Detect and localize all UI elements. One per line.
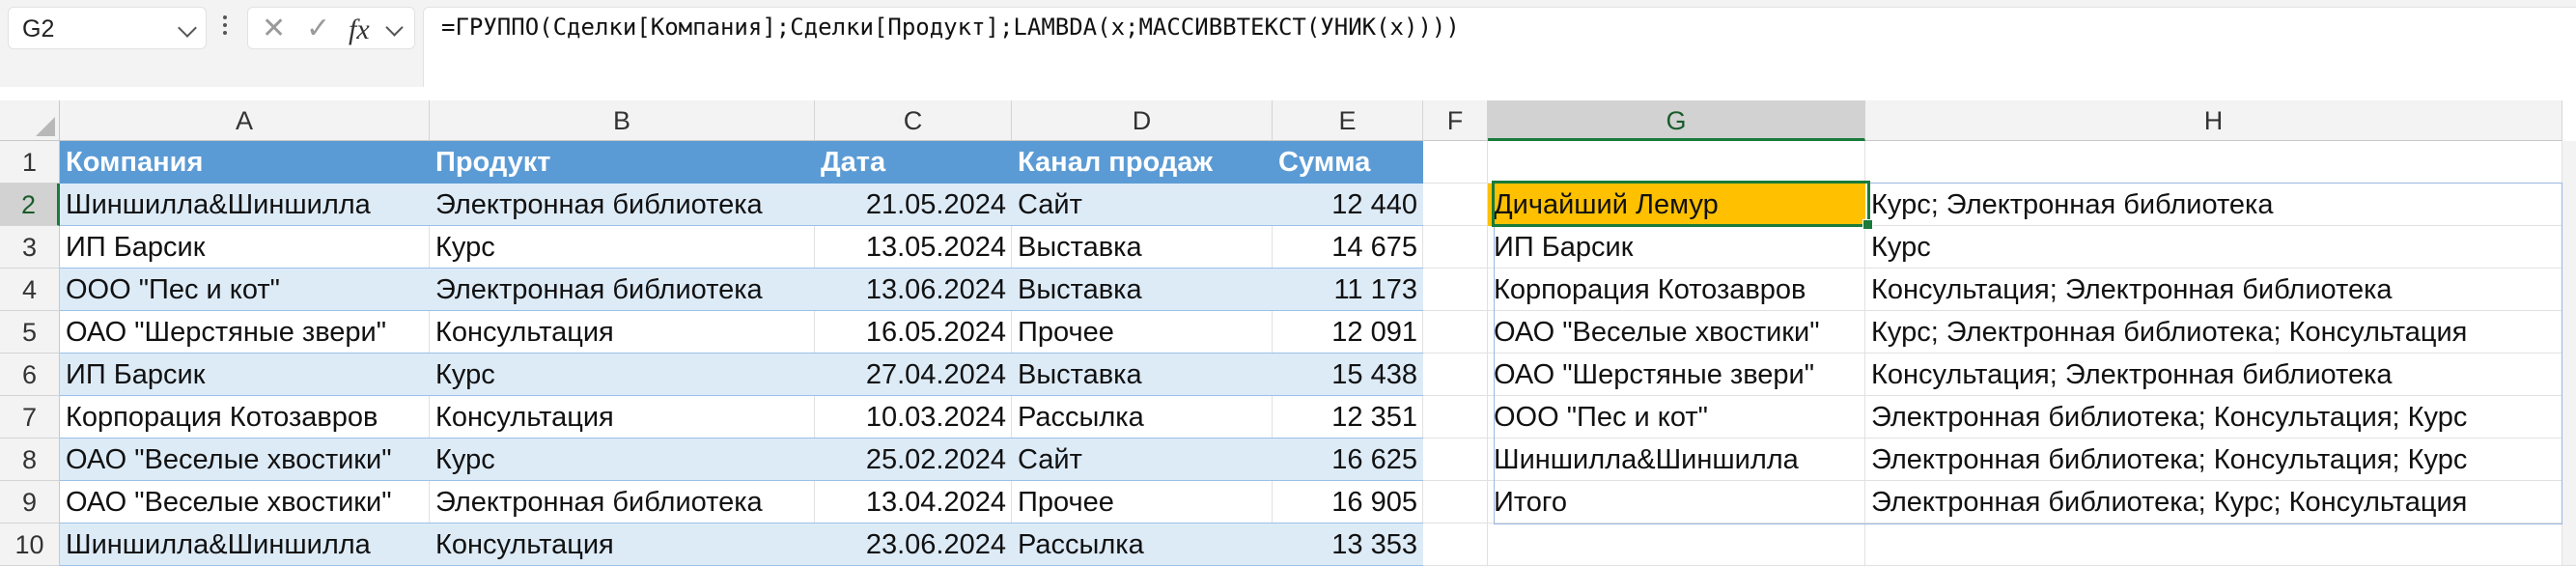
result-company-cell[interactable]: ООО "Пес и кот" [1488, 396, 1865, 439]
table-cell[interactable]: Рассылка [1012, 524, 1273, 566]
table-cell[interactable]: 13.06.2024 [815, 269, 1012, 311]
column-header-d[interactable]: D [1012, 100, 1273, 141]
table-cell[interactable]: Сайт [1012, 184, 1273, 226]
vertical-scrollbar[interactable] [2562, 141, 2576, 565]
result-products-cell[interactable]: Электронная библиотека; Курс; Консультац… [1865, 481, 2562, 524]
table-cell[interactable]: Консультация [430, 396, 815, 439]
result-company-cell[interactable]: Шиншилла&Шиншилла [1488, 439, 1865, 481]
result-company-cell[interactable]: ОАО "Шерстяные звери" [1488, 354, 1865, 396]
table-cell[interactable]: 13.05.2024 [815, 226, 1012, 269]
formula-bar-area: G2 ✕ ✓ fx =ГРУППО(Сделки[Компания];Сделк… [0, 0, 2576, 87]
formula-input[interactable]: =ГРУППО(Сделки[Компания];Сделки[Продукт]… [423, 7, 2576, 87]
active-cell-outline [1492, 181, 1873, 230]
result-company-cell[interactable]: ИП Барсик [1488, 226, 1865, 269]
result-company-cell[interactable]: ОАО "Веселые хвостики" [1488, 311, 1865, 354]
table-cell[interactable]: Курс [430, 226, 815, 269]
table-cell[interactable]: Выставка [1012, 354, 1273, 396]
table-cell[interactable]: ИП Барсик [60, 354, 430, 396]
table-header-cell[interactable]: Продукт [430, 141, 815, 184]
result-company-cell[interactable]: Итого [1488, 481, 1865, 524]
column-header-e[interactable]: E [1273, 100, 1423, 141]
row-header-9[interactable]: 9 [0, 481, 60, 524]
table-cell[interactable]: ОАО "Шерстяные звери" [60, 311, 430, 354]
table-cell[interactable]: 16 905 [1273, 481, 1423, 524]
column-header-h[interactable]: H [1865, 100, 2562, 141]
row-header-6[interactable]: 6 [0, 354, 60, 396]
result-products-cell[interactable]: Консультация; Электронная библиотека [1865, 269, 2562, 311]
table-cell[interactable]: 16 625 [1273, 439, 1423, 481]
table-cell[interactable]: 25.02.2024 [815, 439, 1012, 481]
table-header-cell[interactable]: Сумма [1273, 141, 1423, 184]
formula-text: =ГРУППО(Сделки[Компания];Сделки[Продукт]… [441, 14, 1460, 41]
table-header-cell[interactable]: Канал продаж [1012, 141, 1273, 184]
row-header-8[interactable]: 8 [0, 439, 60, 481]
chevron-down-icon[interactable] [178, 18, 197, 38]
fill-handle[interactable] [1862, 219, 1873, 230]
table-cell[interactable]: 13.04.2024 [815, 481, 1012, 524]
table-cell[interactable]: 16.05.2024 [815, 311, 1012, 354]
table-cell[interactable]: Рассылка [1012, 396, 1273, 439]
result-products-cell[interactable]: Электронная библиотека; Консультация; Ку… [1865, 439, 2562, 481]
column-header-b[interactable]: B [430, 100, 815, 141]
table-cell[interactable]: Электронная библиотека [430, 269, 815, 311]
table-cell[interactable]: 14 675 [1273, 226, 1423, 269]
table-cell[interactable]: ОАО "Веселые хвостики" [60, 439, 430, 481]
table-cell[interactable]: ОАО "Веселые хвостики" [60, 481, 430, 524]
result-products-cell[interactable]: Консультация; Электронная библиотека [1865, 354, 2562, 396]
result-products-cell[interactable]: Электронная библиотека; Консультация; Ку… [1865, 396, 2562, 439]
table-cell[interactable]: 12 351 [1273, 396, 1423, 439]
select-all-button[interactable] [0, 100, 60, 141]
table-cell[interactable]: 23.06.2024 [815, 524, 1012, 566]
result-products-cell[interactable]: Курс; Электронная библиотека; Консультац… [1865, 311, 2562, 354]
table-cell[interactable]: Сайт [1012, 439, 1273, 481]
checkmark-icon[interactable]: ✓ [306, 14, 330, 43]
table-cell[interactable]: ИП Барсик [60, 226, 430, 269]
table-cell[interactable]: Шиншилла&Шиншилла [60, 524, 430, 566]
table-cell[interactable]: Электронная библиотека [430, 481, 815, 524]
table-cell[interactable]: 15 438 [1273, 354, 1423, 396]
table-cell[interactable]: Прочее [1012, 481, 1273, 524]
column-header-f[interactable]: F [1423, 100, 1488, 141]
result-products-cell[interactable]: Курс [1865, 226, 2562, 269]
table-cell[interactable]: Курс [430, 439, 815, 481]
column-header-g[interactable]: G [1488, 100, 1865, 141]
table-cell[interactable]: 12 440 [1273, 184, 1423, 226]
insert-function-icon[interactable]: fx [349, 14, 370, 46]
table-cell[interactable]: Выставка [1012, 269, 1273, 311]
close-icon[interactable]: ✕ [262, 14, 286, 43]
table-cell[interactable]: Электронная библиотека [430, 184, 815, 226]
table-cell[interactable]: Консультация [430, 311, 815, 354]
table-cell[interactable]: Корпорация Котозавров [60, 396, 430, 439]
column-header-a[interactable]: A [60, 100, 430, 141]
table-cell[interactable]: 11 173 [1273, 269, 1423, 311]
table-cell[interactable]: 10.03.2024 [815, 396, 1012, 439]
row-header-10[interactable]: 10 [0, 524, 60, 566]
result-company-cell[interactable]: Корпорация Котозавров [1488, 269, 1865, 311]
more-options-icon[interactable] [222, 12, 228, 41]
table-cell[interactable]: Консультация [430, 524, 815, 566]
row-header-7[interactable]: 7 [0, 396, 60, 439]
row-header-2[interactable]: 2 [0, 184, 60, 226]
row-header-5[interactable]: 5 [0, 311, 60, 354]
formula-controls: ✕ ✓ fx [247, 7, 415, 49]
table-cell[interactable]: Прочее [1012, 311, 1273, 354]
table-cell[interactable]: 13 353 [1273, 524, 1423, 566]
chevron-down-icon[interactable] [385, 18, 404, 37]
row-header-1[interactable]: 1 [0, 141, 60, 184]
table-cell[interactable]: Шиншилла&Шиншилла [60, 184, 430, 226]
column-header-c[interactable]: C [815, 100, 1012, 141]
row-header-4[interactable]: 4 [0, 269, 60, 311]
table-header-cell[interactable]: Компания [60, 141, 430, 184]
name-box[interactable]: G2 [8, 7, 207, 49]
row-header-3[interactable]: 3 [0, 226, 60, 269]
name-box-value: G2 [22, 15, 55, 42]
table-cell[interactable]: 27.04.2024 [815, 354, 1012, 396]
table-cell[interactable]: 21.05.2024 [815, 184, 1012, 226]
table-cell[interactable]: ООО "Пес и кот" [60, 269, 430, 311]
table-header-cell[interactable]: Дата [815, 141, 1012, 184]
table-cell[interactable]: Выставка [1012, 226, 1273, 269]
table-cell[interactable]: Курс [430, 354, 815, 396]
result-products-cell[interactable]: Курс; Электронная библиотека [1865, 184, 2562, 226]
table-cell[interactable]: 12 091 [1273, 311, 1423, 354]
